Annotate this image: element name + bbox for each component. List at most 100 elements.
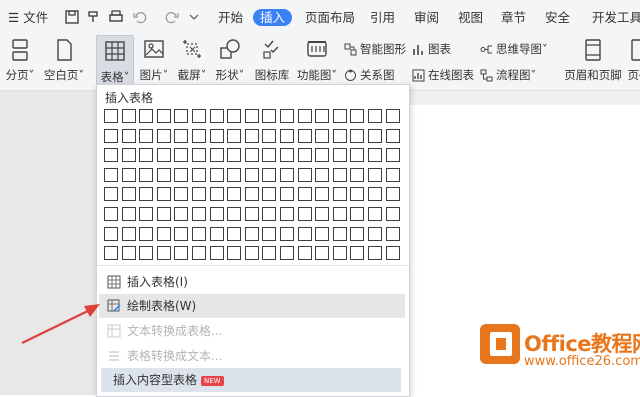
table-grid-cell[interactable] <box>174 167 189 182</box>
table-grid-cell[interactable] <box>315 226 330 241</box>
table-grid-cell[interactable] <box>121 148 136 163</box>
table-grid-cell[interactable] <box>280 109 294 123</box>
table-grid-cell[interactable] <box>139 128 154 143</box>
table-grid-cell[interactable] <box>262 148 277 163</box>
table-grid-cell[interactable] <box>262 109 277 123</box>
table-grid-cell[interactable] <box>315 246 330 261</box>
table-button[interactable]: 表格˅ <box>96 35 134 89</box>
table-grid-cell[interactable] <box>209 246 224 261</box>
table-grid-cell[interactable] <box>192 226 206 241</box>
table-grid-cell[interactable] <box>227 109 242 123</box>
tab-review[interactable]: 审阅 <box>414 9 439 26</box>
table-grid-cell[interactable] <box>192 246 206 261</box>
table-grid-cell[interactable] <box>156 246 171 261</box>
table-grid-cell[interactable] <box>121 128 136 143</box>
table-grid-cell[interactable] <box>244 207 259 221</box>
save-icon[interactable] <box>64 9 80 25</box>
tab-view[interactable]: 视图 <box>458 9 483 26</box>
table-grid-cell[interactable] <box>280 207 294 221</box>
table-grid-cell[interactable] <box>121 207 136 221</box>
table-grid-cell[interactable] <box>385 226 400 241</box>
function-chart-button[interactable]: 功能图˅ <box>294 34 340 88</box>
table-grid-cell[interactable] <box>297 167 312 182</box>
table-grid-cell[interactable] <box>368 167 382 182</box>
tab-chapter[interactable]: 章节 <box>501 9 526 26</box>
draw-table-item[interactable]: 绘制表格(W) <box>99 294 405 318</box>
table-grid-cell[interactable] <box>192 148 206 163</box>
mindmap-button[interactable]: 思维导图˅ <box>480 41 548 57</box>
table-grid-cell[interactable] <box>385 128 400 143</box>
table-grid-cell[interactable] <box>104 246 118 261</box>
table-grid-cell[interactable] <box>227 226 242 241</box>
table-grid-cell[interactable] <box>104 128 118 143</box>
table-grid-cell[interactable] <box>315 109 330 123</box>
shapes-button[interactable]: 形状˅ <box>212 34 248 88</box>
table-grid-cell[interactable] <box>315 207 330 221</box>
table-grid-cell[interactable] <box>104 148 118 163</box>
relationship-button[interactable]: 关系图 <box>344 67 395 83</box>
customize-toolbar-icon[interactable] <box>186 9 202 25</box>
undo-icon[interactable] <box>132 9 148 25</box>
table-grid-cell[interactable] <box>192 128 206 143</box>
table-grid-cell[interactable] <box>280 167 294 182</box>
format-painter-icon[interactable] <box>86 9 102 25</box>
table-grid-cell[interactable] <box>385 167 400 182</box>
table-grid-cell[interactable] <box>104 167 118 182</box>
table-grid-cell[interactable] <box>104 207 118 221</box>
table-grid-cell[interactable] <box>121 187 136 202</box>
table-grid-cell[interactable] <box>350 109 365 123</box>
table-grid-cell[interactable] <box>350 167 365 182</box>
table-grid-cell[interactable] <box>297 128 312 143</box>
table-grid-cell[interactable] <box>209 109 224 123</box>
table-grid-cell[interactable] <box>297 246 312 261</box>
picture-button[interactable]: 图片˅ <box>136 34 172 88</box>
table-grid-cell[interactable] <box>227 246 242 261</box>
table-grid-cell[interactable] <box>104 109 118 123</box>
table-grid-cell[interactable] <box>139 167 154 182</box>
tab-page-layout[interactable]: 页面布局 <box>305 9 355 26</box>
redo-icon[interactable] <box>164 9 180 25</box>
table-grid-cell[interactable] <box>368 187 382 202</box>
table-grid-cell[interactable] <box>121 246 136 261</box>
table-grid-cell[interactable] <box>368 128 382 143</box>
table-grid-cell[interactable] <box>385 246 400 261</box>
page-break-button[interactable]: 分页˅ <box>2 34 38 88</box>
table-grid-cell[interactable] <box>209 148 224 163</box>
table-grid-cell[interactable] <box>209 207 224 221</box>
table-grid-cell[interactable] <box>244 187 259 202</box>
table-grid-cell[interactable] <box>368 148 382 163</box>
table-grid-cell[interactable] <box>244 128 259 143</box>
chart-button[interactable]: 图表 <box>412 41 451 57</box>
table-grid-cell[interactable] <box>209 128 224 143</box>
online-chart-button[interactable]: 在线图表 <box>412 67 474 83</box>
table-grid-cell[interactable] <box>174 128 189 143</box>
table-grid-cell[interactable] <box>139 207 154 221</box>
table-grid-cell[interactable] <box>244 167 259 182</box>
table-grid-cell[interactable] <box>121 109 136 123</box>
table-grid-cell[interactable] <box>350 128 365 143</box>
table-grid-cell[interactable] <box>332 226 347 241</box>
table-grid-cell[interactable] <box>332 187 347 202</box>
table-grid-cell[interactable] <box>315 187 330 202</box>
insert-table-item[interactable]: 插入表格(I) <box>99 270 405 294</box>
table-grid-cell[interactable] <box>139 246 154 261</box>
table-grid-cell[interactable] <box>350 187 365 202</box>
table-grid-cell[interactable] <box>262 187 277 202</box>
insert-content-table-item[interactable]: 插入内容型表格 NEW <box>101 368 401 392</box>
flowchart-button[interactable]: 流程图˅ <box>480 67 536 83</box>
table-grid-cell[interactable] <box>297 187 312 202</box>
table-grid-cell[interactable] <box>156 128 171 143</box>
table-grid-cell[interactable] <box>332 148 347 163</box>
table-grid-cell[interactable] <box>209 226 224 241</box>
table-grid-cell[interactable] <box>227 148 242 163</box>
table-grid-cell[interactable] <box>244 246 259 261</box>
table-grid-cell[interactable] <box>174 109 189 123</box>
table-grid-cell[interactable] <box>139 109 154 123</box>
table-grid-cell[interactable] <box>139 148 154 163</box>
table-grid-cell[interactable] <box>385 109 400 123</box>
table-to-text-item[interactable]: 表格转换成文本... <box>99 344 405 368</box>
screenshot-button[interactable]: 截屏˅ <box>174 34 210 88</box>
table-grid-cell[interactable] <box>262 167 277 182</box>
print-icon[interactable] <box>108 9 124 25</box>
table-grid-cell[interactable] <box>121 226 136 241</box>
